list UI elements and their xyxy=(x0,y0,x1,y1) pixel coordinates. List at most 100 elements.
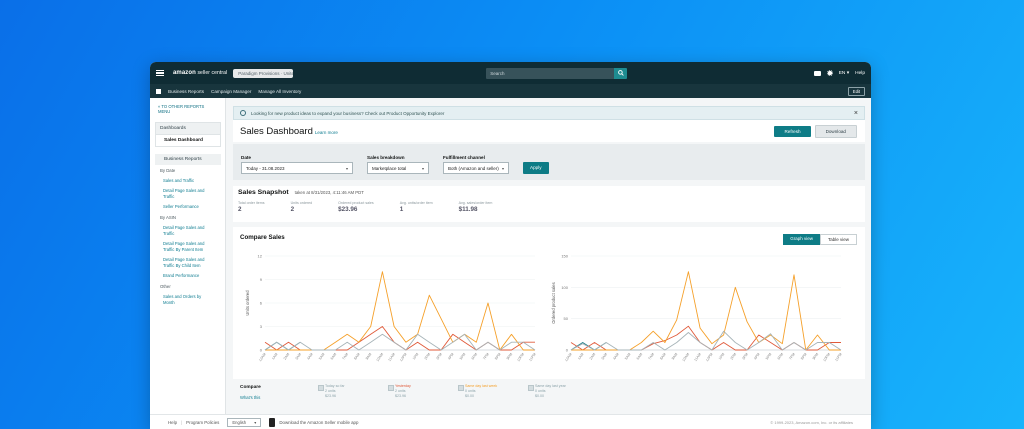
mail-icon[interactable] xyxy=(813,70,821,76)
x-tick-label: 12AM xyxy=(258,352,267,362)
series-line-2 xyxy=(265,271,535,351)
x-tick-label: 10PM xyxy=(516,352,525,362)
x-tick-label: 10AM xyxy=(682,352,691,362)
top-right-tools: EN ▾ Help xyxy=(813,70,865,76)
breakdown-label: Sales breakdown xyxy=(367,155,405,160)
x-tick-label: 11PM xyxy=(834,352,843,362)
footer-policies-link[interactable]: Program Policies xyxy=(186,420,219,425)
chevron-down-icon: ▾ xyxy=(254,419,257,425)
edit-bookmarks-button[interactable]: Edit xyxy=(847,86,865,96)
learn-more-link[interactable]: Learn more xyxy=(315,130,338,135)
sidebar-item-sales-dashboard[interactable]: Sales Dashboard xyxy=(155,135,221,147)
x-tick-label: 12AM xyxy=(564,352,573,362)
sidebar-item-detail-page-parent[interactable]: Detail Page Sales and Traffic By Parent … xyxy=(150,239,225,255)
nav-manage-inventory[interactable]: Manage All Inventory xyxy=(258,89,301,94)
sidebar-item-detail-page-asin[interactable]: Detail Page Sales and Traffic xyxy=(150,223,225,239)
legend-last-year[interactable]: Same day last year 0 units $0.00 xyxy=(528,384,588,399)
y-tick-label: 3 xyxy=(260,324,263,329)
y-tick-label: 100 xyxy=(561,285,568,290)
close-icon[interactable]: × xyxy=(854,110,858,117)
sidebar-item-brand-performance[interactable]: Brand Performance xyxy=(150,271,225,281)
sidebar-item-sales-orders-month[interactable]: Sales and Orders by Month xyxy=(150,292,225,308)
chevron-down-icon: ▾ xyxy=(421,165,424,171)
footer-help-link[interactable]: Help xyxy=(168,420,177,425)
sidebar-item-detail-page-date[interactable]: Detail Page Sales and Traffic xyxy=(150,186,225,202)
x-tick-label: 4PM xyxy=(753,352,761,360)
brand-logo[interactable]: amazon seller central xyxy=(173,70,227,76)
download-button[interactable]: Download xyxy=(814,124,857,138)
legend-last-week[interactable]: Same day last week 0 units $0.00 xyxy=(458,384,518,399)
x-tick-label: 2PM xyxy=(730,352,738,360)
x-tick-label: 1AM xyxy=(577,352,585,360)
date-select[interactable]: Today - 31.08.2023 ▾ xyxy=(241,162,353,174)
apply-button[interactable]: Apply xyxy=(523,162,549,174)
refresh-button[interactable]: Refresh xyxy=(774,125,811,137)
search-button[interactable] xyxy=(614,67,628,79)
x-tick-label: 7AM xyxy=(341,352,349,360)
series-line-3 xyxy=(570,330,842,351)
gear-icon[interactable] xyxy=(826,70,833,76)
sidebar-item-sales-traffic[interactable]: Sales and Traffic xyxy=(150,176,225,186)
sidebar-group-by-date: By Date xyxy=(160,168,176,173)
legend-today[interactable]: Today so far 2 units $23.96 xyxy=(318,384,378,399)
channel-select[interactable]: Both (Amazon and seller) ▾ xyxy=(443,162,509,174)
snapshot-timestamp: taken at 8/31/2023, 4:11:46 AM PDT xyxy=(294,190,364,195)
info-alert: Looking for new product ideas to expand … xyxy=(233,106,865,120)
legend-yesterday[interactable]: Yesterday 2 units $23.96 xyxy=(388,384,448,399)
mobile-app-icon xyxy=(269,417,276,427)
x-tick-label: 8AM xyxy=(353,352,361,360)
x-tick-label: 1AM xyxy=(271,352,279,360)
footer-language-select[interactable]: English ▾ xyxy=(227,417,262,427)
units-ordered-chart: 0 3 6 9 12 Units ordered 12AM 1AM 2AM 3AM 4AM 5AM 6A… xyxy=(245,254,537,363)
view-toggle: Graph view Table view xyxy=(783,234,857,245)
sidebar-dashboards[interactable]: Dashboards xyxy=(155,122,221,135)
x-tick-label: 3AM xyxy=(295,352,303,360)
whats-this-link[interactable]: What's this xyxy=(240,395,260,400)
chevron-down-icon: ▾ xyxy=(501,165,504,171)
nav-campaign-manager[interactable]: Campaign Manager xyxy=(211,89,251,94)
breakdown-select[interactable]: Marketplace total ▾ xyxy=(367,162,429,174)
x-tick-label: 11AM xyxy=(387,352,396,362)
search-input[interactable]: Search xyxy=(486,67,615,79)
dashboard-header: Sales Dashboard Learn more Refresh Downl… xyxy=(233,120,865,142)
language-selector[interactable]: EN ▾ xyxy=(839,71,849,76)
x-tick-label: 2PM xyxy=(424,352,432,360)
x-tick-label: 7AM xyxy=(647,352,655,360)
x-tick-label: 4AM xyxy=(612,352,620,360)
x-tick-label: 9PM xyxy=(506,352,514,360)
x-tick-label: 3PM xyxy=(741,352,749,360)
y-tick-label: 50 xyxy=(564,316,569,321)
breakdown-filter: Sales breakdown Marketplace total ▾ xyxy=(367,155,429,174)
dashboard-main: Looking for new product ideas to expand … xyxy=(226,98,871,429)
metric-avg-sales: Avg. sales/order item $11.98 xyxy=(458,201,493,213)
help-link[interactable]: Help xyxy=(855,71,865,76)
table-view-button[interactable]: Table view xyxy=(819,234,857,245)
date-label: Date xyxy=(241,155,251,160)
menu-icon[interactable] xyxy=(156,69,164,77)
x-tick-label: 6PM xyxy=(777,352,785,360)
x-tick-label: 6AM xyxy=(330,352,338,360)
sidebar-business-reports[interactable]: Business Reports xyxy=(155,154,221,165)
sidebar-item-seller-performance[interactable]: Seller Performance xyxy=(150,202,225,212)
store-selector[interactable]: Paradigm Provisions · United Sta xyxy=(233,68,294,78)
nav-business-reports[interactable]: Business Reports xyxy=(168,89,204,94)
graph-view-button[interactable]: Graph view xyxy=(783,234,820,245)
y-axis-label: Units ordered xyxy=(245,290,250,316)
x-tick-label: 5PM xyxy=(765,352,773,360)
home-icon[interactable] xyxy=(156,88,161,94)
channel-label: Fulfillment channel xyxy=(443,155,485,160)
date-filter: Date Today - 31.08.2023 ▾ xyxy=(241,155,353,174)
seller-central-window: amazon seller central Paradigm Provision… xyxy=(150,62,871,429)
x-tick-label: 6AM xyxy=(636,352,644,360)
mobile-app-link[interactable]: Download the Amazon Seller mobile app xyxy=(279,420,358,425)
x-tick-label: 3AM xyxy=(601,352,609,360)
search-icon xyxy=(617,70,624,76)
x-tick-label: 9AM xyxy=(365,352,373,360)
y-tick-label: 6 xyxy=(260,301,263,306)
x-tick-label: 9PM xyxy=(812,352,820,360)
snapshot-title: Sales Snapshot xyxy=(238,189,289,196)
alert-text[interactable]: Looking for new product ideas to expand … xyxy=(251,111,444,116)
back-to-reports-link[interactable]: « TO OTHER REPORTS MENU xyxy=(150,104,225,114)
copyright: © 1999-2023, Amazon.com, Inc. or its aff… xyxy=(770,419,853,425)
sidebar-item-detail-page-child[interactable]: Detail Page Sales and Traffic By Child I… xyxy=(150,255,225,271)
